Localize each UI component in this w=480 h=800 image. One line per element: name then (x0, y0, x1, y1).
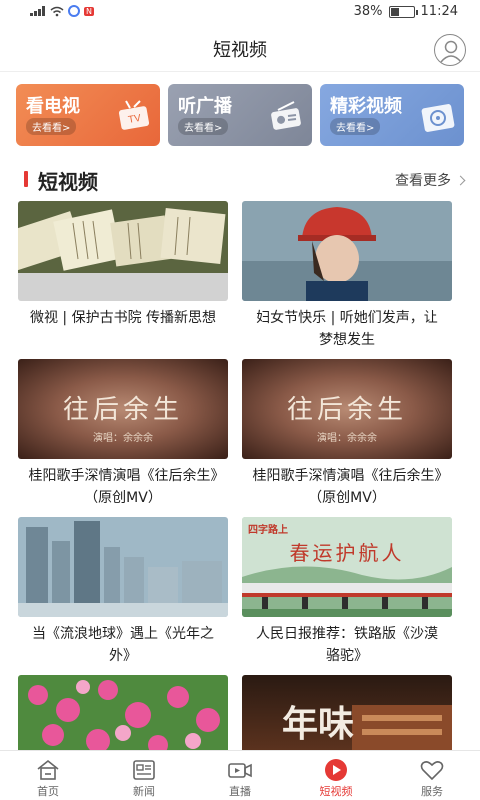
video-card[interactable]: 妇女节快乐 | 听她们发声，让梦想发生 (242, 201, 452, 351)
thumbnail-title-overlay: 春运护航人 (289, 541, 405, 565)
video-caption: 妇女节快乐 | 听她们发声，让梦想发生 (256, 310, 438, 348)
news-icon (133, 760, 155, 780)
video-caption: 桂阳歌手深情演唱《往后余生》（原创MV） (28, 468, 218, 506)
view-more-label: 查看更多 (395, 173, 451, 189)
category-radio-link: 去看看> (178, 118, 229, 135)
tab-short-video-label: 短视频 (319, 785, 353, 798)
tab-news[interactable]: 新闻 (96, 751, 192, 800)
books-image (18, 201, 228, 273)
chevron-right-icon (455, 175, 466, 185)
thumbnail-subtitle-overlay: 演唱：余余余 (317, 433, 377, 444)
video-thumbnail: 年味 (242, 675, 452, 751)
thumbnail-title-overlay: 往后余生 (286, 395, 407, 425)
tab-live[interactable]: 直播 (192, 751, 288, 800)
video-caption: 当《流浪地球》遇上《光年之外》 (32, 626, 214, 664)
page-title: 短视频 (213, 40, 267, 61)
svg-text:TV: TV (127, 113, 142, 126)
category-tv-link: 去看看> (26, 118, 77, 135)
video-thumbnail (18, 517, 228, 617)
live-camera-icon (228, 763, 252, 778)
video-caption: 微视 | 保护古书院 传播新思想 (29, 310, 217, 326)
worker-image (242, 201, 452, 301)
video-grid: 微视 | 保护古书院 传播新思想 妇女节快乐 | 听她们发声，让梦想发生 往后余… (18, 201, 458, 751)
video-thumbnail (18, 201, 228, 301)
section-accent-bar (24, 171, 28, 187)
video-card[interactable]: 年味 (242, 675, 452, 751)
category-tv-title: 看电视 (26, 96, 80, 117)
battery-icon (388, 5, 418, 18)
tab-home-label: 首页 (37, 785, 59, 798)
status-icons-right: 38% 11:24 (354, 4, 458, 19)
video-thumbnail (242, 201, 452, 301)
category-radio-title: 听广播 (178, 96, 232, 117)
section-header: 短视频 查看更多 (16, 166, 466, 194)
category-video-card[interactable]: 精彩视频 去看看> (320, 84, 464, 146)
video-card[interactable]: 四字路上 春运护航人 人民日报推荐：铁路版《沙漠骆驼》 (242, 517, 452, 667)
thumbnail-title-overlay: 年味 (282, 703, 355, 745)
video-card[interactable]: 微视 | 保护古书院 传播新思想 (18, 201, 228, 329)
battery-fill (390, 7, 399, 16)
thumbnail-title-overlay: 往后余生 (62, 395, 183, 425)
radio-icon (271, 101, 301, 130)
tab-home[interactable]: 首页 (0, 751, 96, 800)
video-thumbnail: 往后余生 演唱：余余余 (18, 359, 228, 459)
clock: 11:24 (420, 4, 458, 19)
tab-service-label: 服务 (421, 785, 443, 798)
video-thumbnail: 四字路上 春运护航人 (242, 517, 452, 617)
bottom-tab-bar: 首页 新闻 直播 短视频 服务 (0, 750, 480, 800)
video-card[interactable]: 往后余生 演唱：余余余 桂阳歌手深情演唱《往后余生》（原创MV） (242, 359, 452, 509)
view-more-link[interactable]: 查看更多 (395, 170, 466, 190)
tab-live-label: 直播 (229, 785, 251, 798)
category-radio-card[interactable]: 听广播 去看看> (168, 84, 312, 146)
tab-news-label: 新闻 (133, 785, 155, 798)
home-icon (37, 759, 59, 780)
thumbnail-subtitle-overlay: 演唱：余余余 (93, 433, 153, 444)
wifi-icon (50, 6, 64, 16)
heart-icon (420, 761, 444, 781)
category-video-link: 去看看> (330, 118, 381, 135)
app-notification-icon (68, 5, 80, 17)
status-icons-left: N (30, 5, 94, 17)
play-icon (325, 759, 347, 781)
city-image (18, 517, 228, 617)
video-card[interactable] (18, 675, 228, 751)
battery-percent: 38% (353, 4, 383, 19)
video-card[interactable]: 往后余生 演唱：余余余 桂阳歌手深情演唱《往后余生》（原创MV） (18, 359, 228, 509)
tab-service[interactable]: 服务 (384, 751, 480, 800)
tab-short-video[interactable]: 短视频 (288, 751, 384, 800)
video-thumbnail (18, 675, 228, 751)
news-notification-icon: N (84, 6, 94, 16)
video-caption: 桂阳歌手深情演唱《往后余生》（原创MV） (252, 468, 442, 506)
signal-icon (30, 6, 46, 16)
video-caption: 人民日报推荐：铁路版《沙漠骆驼》 (256, 626, 438, 664)
thumbnail-tag-overlay: 四字路上 (248, 525, 288, 536)
video-disc-icon (421, 104, 455, 132)
video-thumbnail: 往后余生 演唱：余余余 (242, 359, 452, 459)
top-header: 短视频 (0, 26, 480, 72)
status-bar: N 38% 11:24 (0, 0, 480, 26)
category-tv-card[interactable]: 看电视 去看看> TV (16, 84, 160, 146)
category-video-title: 精彩视频 (330, 96, 402, 117)
section-title: 短视频 (38, 170, 98, 194)
category-row: 看电视 去看看> TV 听广播 去看看> 精彩视频 去看看> (16, 84, 464, 146)
tv-icon: TV (118, 100, 150, 130)
video-card[interactable]: 当《流浪地球》遇上《光年之外》 (18, 517, 228, 667)
avatar-button[interactable] (434, 34, 466, 66)
flowers-image (18, 675, 228, 751)
